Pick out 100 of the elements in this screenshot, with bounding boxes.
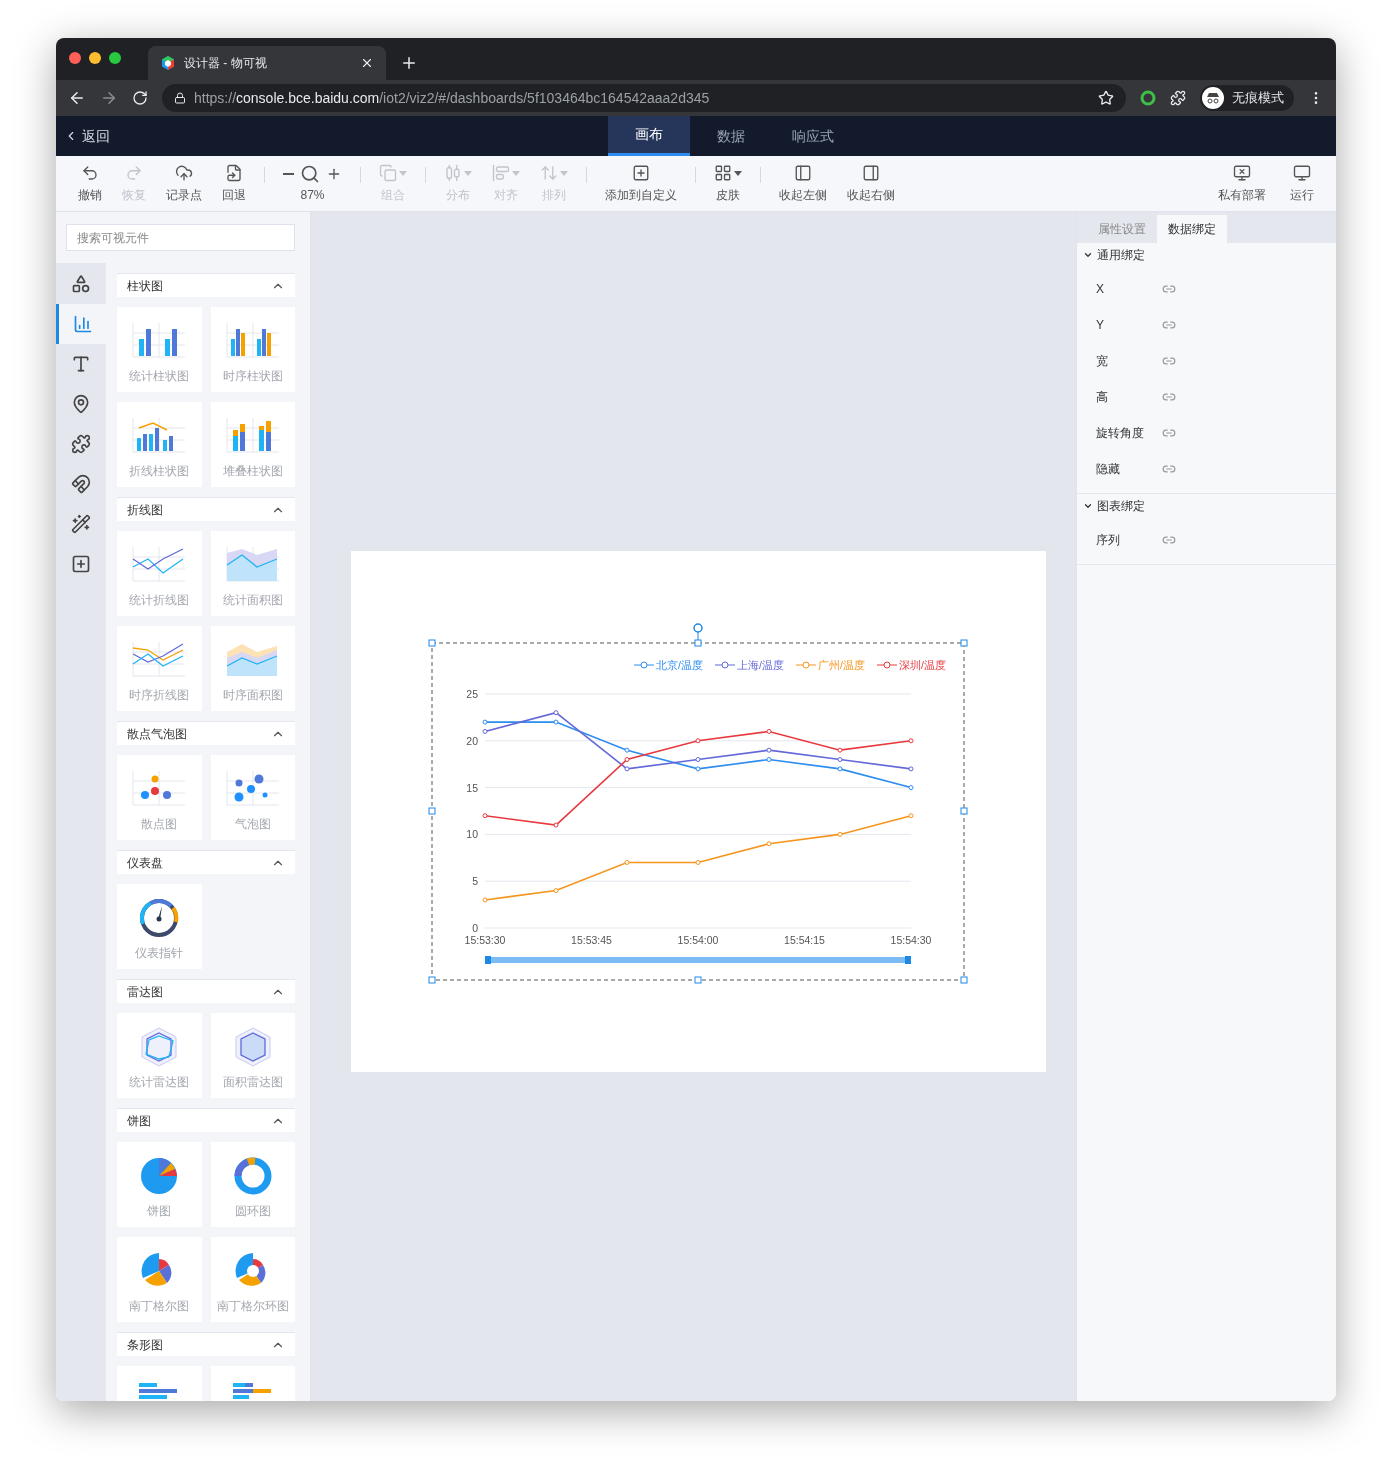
section-title: 图表绑定: [1097, 498, 1145, 515]
link-icon[interactable]: [1162, 426, 1176, 440]
close-window-button[interactable]: [69, 52, 81, 64]
caret-icon: [560, 170, 568, 176]
section-header[interactable]: 图表绑定: [1077, 494, 1336, 518]
axis-label: 15:53:30: [464, 934, 506, 946]
component-card[interactable]: 面积雷达图: [210, 1013, 295, 1098]
data-point: [766, 747, 772, 753]
data-point: [766, 757, 772, 762]
component-card[interactable]: 散点图: [117, 755, 202, 840]
area-chart-icon: [224, 545, 281, 585]
component-card[interactable]: 南丁格尔图: [117, 1237, 202, 1322]
component-card[interactable]: 统计面积图: [210, 531, 295, 616]
component-card[interactable]: 统计折线图: [117, 531, 202, 616]
axis-label: 10: [466, 828, 478, 841]
section-title: 通用绑定: [1097, 247, 1145, 264]
component-card[interactable]: 时序面积图: [210, 626, 295, 711]
toolbar-button[interactable]: 收起左侧: [771, 163, 835, 204]
link-icon[interactable]: [1162, 462, 1176, 476]
toolbar-button[interactable]: 回退: [214, 163, 254, 204]
tab-title: 设计器 - 物可视: [184, 55, 268, 72]
grouped-bar-chart-icon: [224, 321, 281, 361]
component-card[interactable]: 南丁格尔环图: [210, 1237, 295, 1322]
maximize-window-button[interactable]: [109, 52, 121, 64]
address-field[interactable]: https://console.bce.baidu.com/iot2/viz2/#/dashboards/5f103464bc164542aaa2d345: [162, 84, 1126, 112]
component-card[interactable]: 圆环图: [210, 1142, 295, 1227]
legend-label: 北京/温度: [656, 659, 703, 671]
header-tab[interactable]: 画布: [608, 116, 690, 156]
component-card[interactable]: 气泡图: [210, 755, 295, 840]
link-icon[interactable]: [1162, 318, 1176, 332]
section-header[interactable]: 散点气泡图: [117, 721, 295, 745]
zoom-button[interactable]: [300, 163, 320, 184]
zoom-out-button[interactable]: [283, 172, 294, 175]
panel-right-icon: [862, 164, 880, 182]
ring-icon[interactable]: [1140, 90, 1156, 106]
bookmark-star-icon[interactable]: [1098, 90, 1114, 106]
field-label: 高: [1096, 389, 1109, 406]
close-icon[interactable]: [360, 56, 374, 70]
zoom-slider[interactable]: [485, 956, 911, 964]
browser-tab[interactable]: 设计器 - 物可视: [148, 46, 386, 80]
component-card[interactable]: 统计雷达图: [117, 1013, 202, 1098]
section-header[interactable]: 柱状图: [117, 273, 295, 297]
section-header[interactable]: 雷达图: [117, 979, 295, 1003]
category-tab[interactable]: [56, 304, 106, 344]
toolbar-button[interactable]: 收起右侧: [839, 163, 903, 204]
link-icon[interactable]: [1162, 533, 1176, 547]
link-icon[interactable]: [1162, 390, 1176, 404]
cloud-upload-icon: [175, 164, 193, 182]
legend-label: 上海/温度: [737, 659, 784, 671]
toolbar-button[interactable]: 私有部署: [1210, 163, 1274, 204]
back-icon[interactable]: [68, 89, 86, 107]
legend-item[interactable]: 深圳/温度: [876, 659, 946, 671]
data-point: [553, 719, 559, 725]
forward-icon[interactable]: [100, 89, 118, 107]
panel-tab[interactable]: 数据绑定: [1157, 215, 1227, 243]
section-header[interactable]: 条形图: [117, 1332, 295, 1356]
legend-item[interactable]: 上海/温度: [714, 659, 784, 671]
new-tab-icon[interactable]: [400, 54, 418, 72]
toolbar-button[interactable]: 记录点: [158, 163, 210, 204]
profile-button[interactable]: 无痕模式: [1200, 85, 1294, 111]
back-link[interactable]: 返回: [64, 125, 110, 147]
panel-left-icon: [794, 164, 812, 182]
axis-label: 15:54:15: [784, 934, 825, 946]
field-label: 隐藏: [1096, 461, 1121, 478]
field-label: 序列: [1096, 532, 1121, 549]
link-icon[interactable]: [1162, 282, 1176, 296]
section-header[interactable]: 饼图: [117, 1108, 295, 1132]
toolbar-button[interactable]: 皮肤: [706, 163, 750, 204]
panel-tab[interactable]: 属性设置: [1087, 215, 1157, 243]
zoom-level: 87%: [300, 186, 325, 204]
grid-icon: [714, 164, 732, 182]
reload-icon[interactable]: [132, 90, 148, 106]
bar-chart-icon: [131, 321, 188, 361]
section-header[interactable]: 折线图: [117, 497, 295, 521]
puzzle-icon[interactable]: [1170, 90, 1186, 106]
data-point: [837, 766, 843, 772]
caret-icon: [399, 170, 407, 176]
add-frame-icon: [71, 554, 91, 574]
section-title: 饼图: [127, 1112, 151, 1130]
search-field[interactable]: 搜索可视元件: [66, 224, 295, 251]
link-icon[interactable]: [1162, 354, 1176, 368]
toolbar-button[interactable]: 添加到自定义: [597, 163, 685, 204]
toolbar-button[interactable]: 撤销: [70, 163, 110, 204]
redo-icon: [125, 164, 143, 182]
header-tab[interactable]: 数据: [690, 116, 772, 156]
caret-icon: [464, 170, 472, 176]
component-card[interactable]: 饼图: [117, 1142, 202, 1227]
data-point: [766, 841, 772, 847]
component-card[interactable]: 仪表指针: [117, 884, 202, 969]
section-header[interactable]: 通用绑定: [1077, 243, 1336, 267]
legend-item[interactable]: 北京/温度: [633, 659, 703, 671]
chevron-down-icon: [1083, 501, 1093, 511]
minimize-window-button[interactable]: [89, 52, 101, 64]
section-header[interactable]: 仪表盘: [117, 850, 295, 874]
caret-icon: [512, 170, 520, 176]
data-point: [695, 757, 701, 762]
toolbar-button[interactable]: 运行: [1282, 163, 1322, 204]
header-tab[interactable]: 响应式: [772, 116, 854, 156]
data-point: [837, 757, 843, 762]
data-point: [482, 719, 488, 725]
